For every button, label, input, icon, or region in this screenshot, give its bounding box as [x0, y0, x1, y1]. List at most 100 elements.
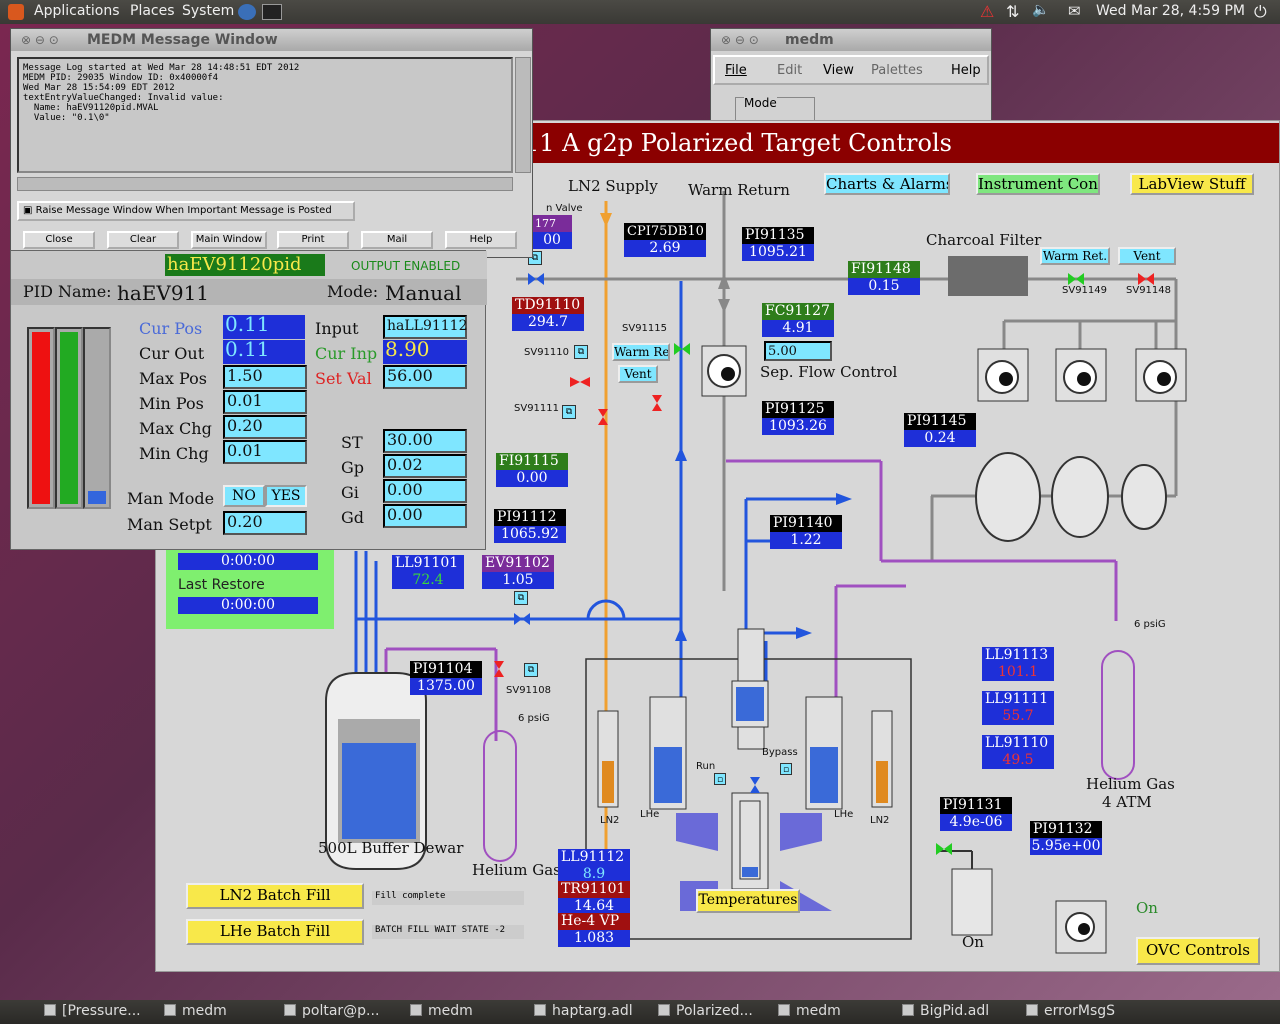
instrument-value: 0.00 [496, 470, 568, 487]
clock[interactable]: Wed Mar 28, 4:59 PM [1096, 3, 1245, 19]
taskbar-item[interactable]: BigPid.adl [902, 1003, 1016, 1021]
taskbar-item[interactable]: medm [410, 1003, 524, 1021]
warm-ret-button-2[interactable]: Warm Ret [612, 343, 670, 361]
raise-message-toggle[interactable]: ▣ Raise Message Window When Important Me… [17, 201, 355, 221]
input-pv-field[interactable]: haLL91112 [383, 315, 468, 339]
sv91111-control-icon[interactable]: ⧉ [562, 405, 576, 419]
log-horizontal-scrollbar[interactable] [17, 177, 513, 191]
warm-ret-valve-button[interactable]: Warm Ret. [1040, 247, 1110, 265]
taskbar-item[interactable]: [Pressure... [44, 1003, 154, 1021]
menu-system[interactable]: System [182, 3, 234, 19]
sv91108-control-icon[interactable]: ⧉ [524, 663, 538, 677]
min-pos-input[interactable]: 0.01 [223, 390, 307, 414]
instrument-value: 1.083 [558, 930, 630, 947]
terminal-icon[interactable] [262, 4, 282, 20]
message-titlebar[interactable]: ⊗ ⊖ ⊙ MEDM Message Window [11, 29, 532, 51]
instrument-value: 4.9e-06 [940, 814, 1012, 831]
labview-stuff-button[interactable]: LabView Stuff [1130, 173, 1254, 195]
sv91148-label: SV91148 [1126, 285, 1171, 296]
warning-icon[interactable]: ⚠ [980, 2, 994, 21]
man-mode-yes-button[interactable]: YES [265, 485, 307, 507]
charts-alarms-button[interactable]: Charts & Alarms [824, 173, 950, 195]
gd-input[interactable]: 0.00 [383, 504, 467, 528]
power-icon[interactable]: ⏻ [1254, 2, 1267, 22]
ln2-level-label-a: LN2 [600, 815, 620, 826]
taskbar-item[interactable]: haptarg.adl [534, 1003, 650, 1021]
min-chg-input[interactable]: 0.01 [223, 440, 307, 464]
gp-label: Gp [341, 458, 365, 477]
sv91110-control-icon[interactable]: ⧉ [574, 345, 588, 359]
st-label: ST [341, 433, 363, 452]
taskbar-item[interactable]: medm [778, 1003, 892, 1021]
menu-view[interactable]: View [823, 63, 854, 78]
man-setpt-input[interactable]: 0.20 [223, 511, 307, 535]
mail-button[interactable]: Mail [361, 231, 433, 249]
log-line: MEDM PID: 29035 Window ID: 0x40000f4 [23, 73, 219, 83]
instrument-tag: PI91112 [494, 509, 566, 526]
volume-icon[interactable]: 🔈 [1032, 2, 1049, 18]
mode-label: Mode: [327, 282, 379, 301]
ln2-batch-fill-button[interactable]: LN2 Batch Fill [186, 883, 364, 909]
instrument-tag: FI91148 [848, 261, 920, 278]
ovc-controls-button[interactable]: OVC Controls [1136, 937, 1260, 965]
window-buttons-icon[interactable]: ⊗ ⊖ ⊙ [721, 33, 759, 47]
menu-file[interactable]: File [725, 63, 747, 78]
set-val-input[interactable]: 56.00 [383, 365, 467, 389]
temperatures-button[interactable]: Temperatures [696, 889, 800, 913]
network-icon[interactable]: ⇅ [1006, 2, 1019, 21]
max-pos-input[interactable]: 1.50 [223, 365, 307, 389]
menu-applications[interactable]: Applications [34, 3, 120, 19]
ln2-fill-status: Fill complete [372, 891, 524, 905]
run-valve-icon[interactable]: ▫ [714, 773, 726, 785]
browser-icon[interactable] [238, 4, 256, 20]
log-vertical-scrollbar[interactable] [515, 57, 531, 173]
bottom-panel: [Pressure... medm poltar@p... medm haptarg.a… [0, 1000, 1280, 1024]
sv91108-label: SV91108 [506, 685, 551, 696]
sv91115-label: SV91115 [622, 323, 667, 334]
instrument-tag: PI91125 [762, 401, 834, 418]
taskbar-item[interactable]: medm [164, 1003, 274, 1021]
message-log[interactable]: Message Log started at Wed Mar 28 14:48:… [17, 57, 513, 173]
print-button[interactable]: Print [277, 231, 349, 249]
vent-button-2[interactable]: Vent [618, 365, 658, 383]
output-bar-blue [83, 327, 111, 509]
window-buttons-icon[interactable]: ⊗ ⊖ ⊙ [21, 33, 59, 47]
medm-titlebar[interactable]: ⊗ ⊖ ⊙ medm [711, 29, 991, 51]
menu-edit[interactable]: Edit [777, 63, 802, 78]
taskbar-item[interactable]: Polarized... [658, 1003, 768, 1021]
pid-name-value: haEV911 [117, 281, 210, 305]
bypass-valve-icon[interactable]: ▫ [780, 763, 792, 775]
instrument-value: 4.91 [762, 320, 834, 337]
raise-checkbox-icon[interactable]: ▣ [23, 205, 36, 216]
last-restore-label: Last Restore [178, 577, 265, 593]
sv91149-label: SV91149 [1062, 285, 1107, 296]
cur-inp-label: Cur Inp [315, 344, 378, 363]
menu-places[interactable]: Places [130, 3, 175, 19]
clear-button[interactable]: Clear [107, 231, 179, 249]
help-button[interactable]: Help [445, 231, 517, 249]
close-button[interactable]: Close [23, 231, 95, 249]
main-window-button[interactable]: Main Window [191, 231, 267, 249]
vent-valve-button[interactable]: Vent [1118, 247, 1176, 265]
ev91102-control-icon[interactable]: ⧉ [514, 591, 528, 605]
gp-input[interactable]: 0.02 [383, 454, 467, 478]
man-mode-label: Man Mode [127, 489, 215, 508]
instrument-control-button[interactable]: Instrument Cont [976, 173, 1100, 195]
medm-message-window: ⊗ ⊖ ⊙ MEDM Message Window Message Log st… [10, 28, 533, 258]
man-mode-no-button[interactable]: NO [223, 485, 265, 507]
flow-setpoint-input[interactable]: 5.00 [764, 341, 832, 361]
gi-input[interactable]: 0.00 [383, 479, 467, 503]
instrument-value: 1375.00 [410, 678, 482, 695]
taskbar-item[interactable]: poltar@p... [284, 1003, 400, 1021]
lhe-batch-fill-button[interactable]: LHe Batch Fill [186, 919, 364, 945]
taskbar-item[interactable]: errorMsgS [1026, 1003, 1130, 1021]
instrument-value: 55.7 [982, 708, 1054, 725]
menu-palettes[interactable]: Palettes [871, 63, 923, 78]
valve-label-fragment: n Valve [546, 203, 583, 214]
max-chg-input[interactable]: 0.20 [223, 415, 307, 439]
st-input[interactable]: 30.00 [383, 429, 467, 453]
mail-icon[interactable]: ✉ [1068, 2, 1081, 20]
pid-pv-name: haEV91120pid [165, 254, 325, 276]
menu-help[interactable]: Help [951, 63, 981, 78]
instrument-value: 0.15 [848, 278, 920, 295]
